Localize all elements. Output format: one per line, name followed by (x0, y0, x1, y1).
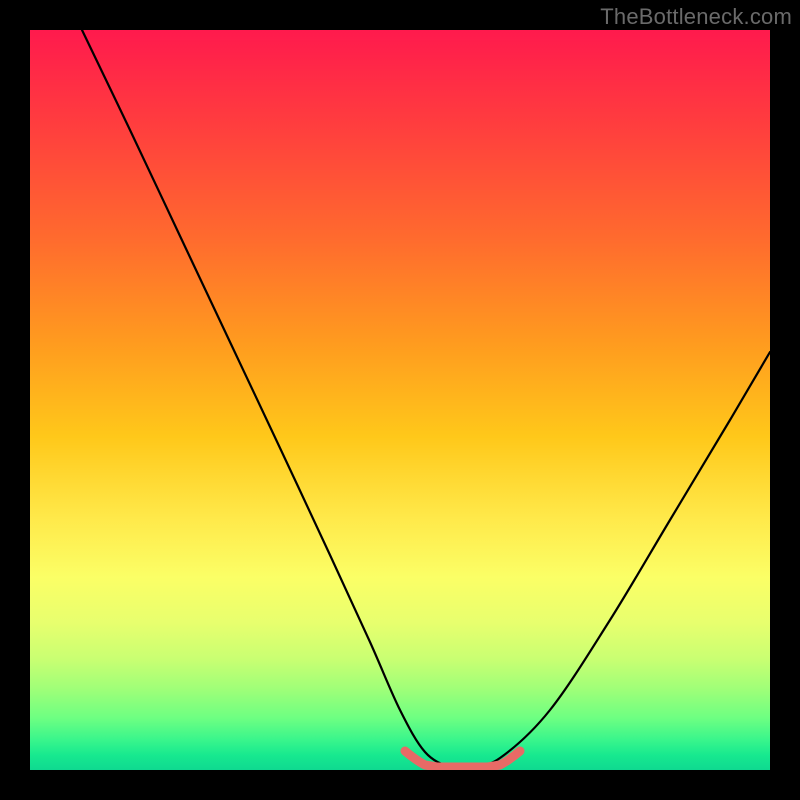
watermark-text: TheBottleneck.com (600, 4, 792, 30)
valley-highlight (405, 751, 520, 767)
plot-area (30, 30, 770, 770)
chart-frame: TheBottleneck.com (0, 0, 800, 800)
chart-svg (30, 30, 770, 770)
bottleneck-curve (82, 30, 770, 769)
